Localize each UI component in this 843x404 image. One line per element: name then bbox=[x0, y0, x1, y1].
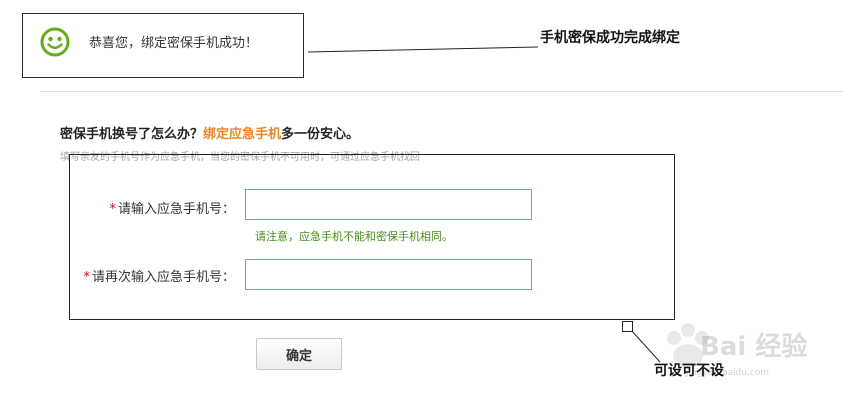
emergency-phone-input[interactable] bbox=[245, 189, 532, 220]
heading-suffix: 多一份安心。 bbox=[281, 127, 360, 142]
heading-prefix: 密保手机换号了怎么办？ bbox=[60, 127, 204, 142]
section-divider bbox=[40, 91, 843, 92]
confirm-phone-input[interactable] bbox=[245, 259, 532, 290]
required-mark: * bbox=[109, 202, 116, 217]
heading-accent: 绑定应急手机 bbox=[203, 127, 282, 142]
required-mark: * bbox=[83, 270, 90, 285]
confirm-button[interactable]: 确定 bbox=[256, 338, 342, 370]
phone-hint: 请注意，应急手机不能和密保手机相同。 bbox=[255, 230, 453, 243]
annotation-optional: 可设可不设 bbox=[654, 363, 724, 379]
watermark-text: Bai 经验 bbox=[700, 332, 808, 362]
emergency-phone-label-text: 请输入应急手机号： bbox=[117, 202, 235, 217]
annotation-bind-success: 手机密保成功完成绑定 bbox=[540, 30, 680, 46]
annotation-marker bbox=[622, 321, 633, 332]
emergency-phone-label: * 请输入应急手机号： bbox=[109, 198, 235, 217]
confirm-phone-label: * 请再次输入应急手机号： bbox=[83, 266, 235, 285]
confirm-phone-label-text: 请再次输入应急手机号： bbox=[91, 270, 235, 285]
section-heading: 密保手机换号了怎么办？绑定应急手机多一份安心。 bbox=[60, 123, 359, 142]
